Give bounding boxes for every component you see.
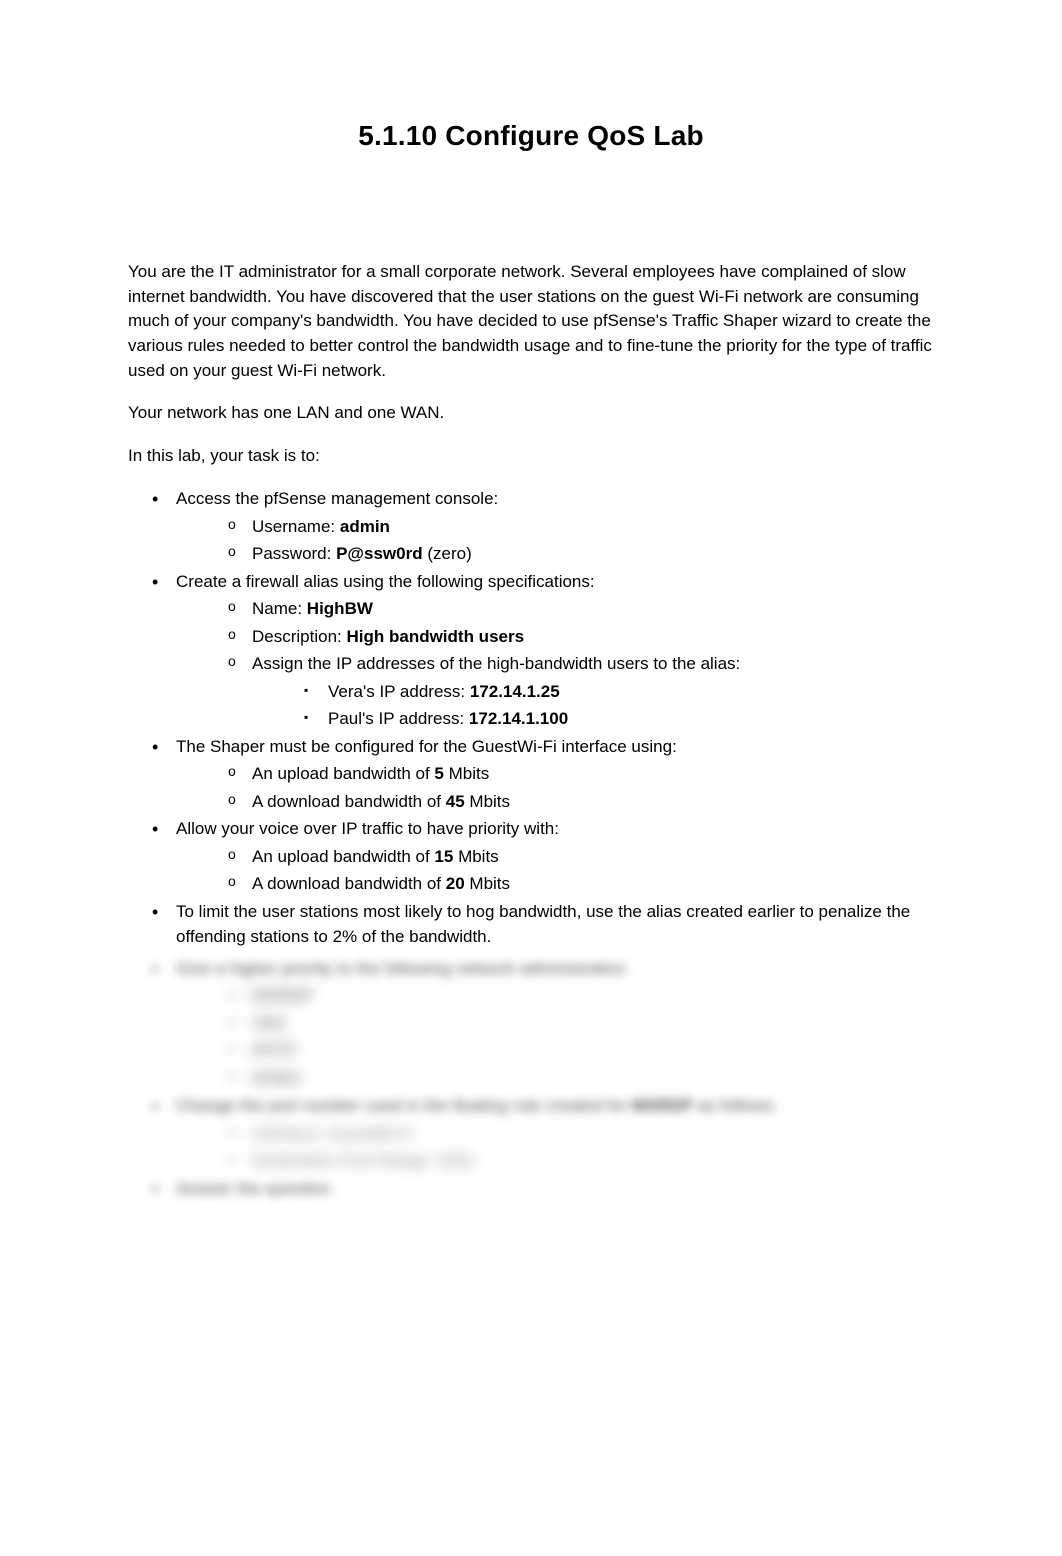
- suffix-text: Mbits: [465, 874, 510, 893]
- item-text: Assign the IP addresses of the high-band…: [252, 654, 740, 673]
- list-item: To limit the user stations most likely t…: [156, 899, 934, 950]
- value-text: 20: [446, 874, 465, 893]
- item-text: Answer the question.: [176, 1179, 335, 1198]
- value-text: High bandwidth users: [346, 627, 524, 646]
- list-item: Vera's IP address: 172.14.1.25: [308, 679, 934, 705]
- label-text: An upload bandwidth of: [252, 847, 434, 866]
- label-text: Change the port number used in the float…: [176, 1096, 632, 1115]
- list-item: Assign the IP addresses of the high-band…: [232, 651, 934, 732]
- list-item: PPTP: [232, 1038, 934, 1064]
- list-item: An upload bandwidth of 5 Mbits: [232, 761, 934, 787]
- list-item: Access the pfSense management console: U…: [156, 486, 934, 567]
- list-item: A download bandwidth of 20 Mbits: [232, 871, 934, 897]
- suffix-text: Mbits: [465, 792, 510, 811]
- list-item: Name: HighBW: [232, 596, 934, 622]
- list-item: Give a higher priority to the following …: [156, 956, 934, 1092]
- item-text: Interface: GuestWi-Fi: [252, 1124, 413, 1143]
- list-item: A download bandwidth of 45 Mbits: [232, 789, 934, 815]
- label-text: Paul's IP address:: [328, 709, 469, 728]
- task-line: In this lab, your task is to:: [128, 444, 934, 469]
- list-item: Change the port number used in the float…: [156, 1093, 934, 1174]
- task-list: Access the pfSense management console: U…: [128, 486, 934, 950]
- item-text: Allow your voice over IP traffic to have…: [176, 819, 559, 838]
- list-item: The Shaper must be configured for the Gu…: [156, 734, 934, 815]
- blurred-content: Give a higher priority to the following …: [128, 956, 934, 1202]
- value-text: HighBW: [307, 599, 373, 618]
- document-page: 5.1.10 Configure QoS Lab You are the IT …: [0, 0, 1062, 1263]
- value-text: IPSEC: [252, 1069, 303, 1088]
- intro-section: You are the IT administrator for a small…: [128, 260, 934, 383]
- suffix-text: (zero): [423, 544, 472, 563]
- suffix-text: Mbits: [444, 764, 489, 783]
- page-title: 5.1.10 Configure QoS Lab: [128, 120, 934, 152]
- label-text: Description:: [252, 627, 346, 646]
- value-text: 5: [434, 764, 443, 783]
- list-item: Answer the question.: [156, 1176, 934, 1202]
- label-text: Password:: [252, 544, 336, 563]
- list-item: IPSEC: [232, 1066, 934, 1092]
- item-text: The Shaper must be configured for the Gu…: [176, 737, 677, 756]
- list-item: Description: High bandwidth users: [232, 624, 934, 650]
- value-text: 172.14.1.25: [470, 682, 560, 701]
- value-text: 15: [434, 847, 453, 866]
- label-text: A download bandwidth of: [252, 874, 446, 893]
- value-text: 172.14.1.100: [469, 709, 568, 728]
- item-text: Give a higher priority to the following …: [176, 959, 626, 978]
- value-text: VNC: [252, 1014, 288, 1033]
- list-item: An upload bandwidth of 15 Mbits: [232, 844, 934, 870]
- item-text: Destination Port Range: 3391: [252, 1151, 475, 1170]
- label-text: Vera's IP address:: [328, 682, 470, 701]
- list-item: Destination Port Range: 3391: [232, 1148, 934, 1174]
- item-text: To limit the user stations most likely t…: [176, 902, 910, 947]
- suffix-text: as follows:: [693, 1096, 777, 1115]
- value-text: 45: [446, 792, 465, 811]
- list-item: Interface: GuestWi-Fi: [232, 1121, 934, 1147]
- list-item: Username: admin: [232, 514, 934, 540]
- value-text: MSRDP: [632, 1096, 693, 1115]
- list-item: Allow your voice over IP traffic to have…: [156, 816, 934, 897]
- intro-paragraph: You are the IT administrator for a small…: [128, 260, 934, 383]
- list-item: MSRDP: [232, 983, 934, 1009]
- list-item: Paul's IP address: 172.14.1.100: [308, 706, 934, 732]
- item-text: Create a firewall alias using the follow…: [176, 572, 595, 591]
- item-text: Access the pfSense management console:: [176, 489, 498, 508]
- label-text: Name:: [252, 599, 307, 618]
- label-text: A download bandwidth of: [252, 792, 446, 811]
- label-text: An upload bandwidth of: [252, 764, 434, 783]
- value-text: MSRDP: [252, 986, 313, 1005]
- value-text: admin: [340, 517, 390, 536]
- list-item: Password: P@ssw0rd (zero): [232, 541, 934, 567]
- label-text: Username:: [252, 517, 340, 536]
- value-text: P@ssw0rd: [336, 544, 423, 563]
- list-item: VNC: [232, 1011, 934, 1037]
- value-text: PPTP: [252, 1041, 296, 1060]
- list-item: Create a firewall alias using the follow…: [156, 569, 934, 732]
- suffix-text: Mbits: [453, 847, 498, 866]
- network-line: Your network has one LAN and one WAN.: [128, 401, 934, 426]
